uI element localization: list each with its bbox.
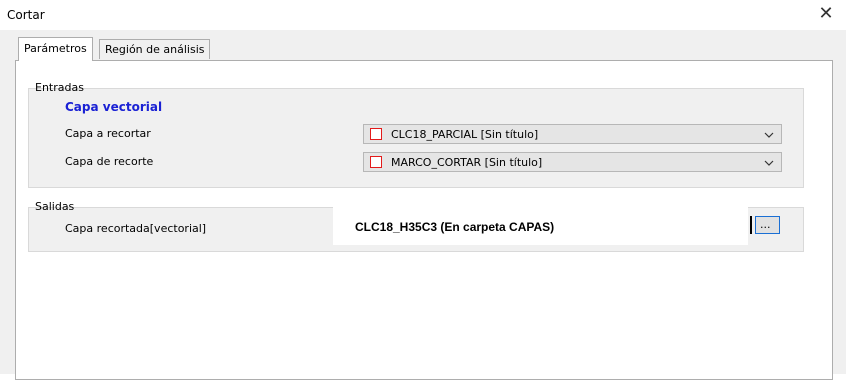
output-file-value: CLC18_H35C3 (En carpeta CAPAS) [355,220,555,234]
close-icon[interactable]: ✕ [816,4,836,24]
capa-de-recorte-select[interactable]: MARCO_CORTAR [Sin título] [363,152,782,172]
chevron-down-icon [764,132,774,138]
output-field-edge [750,216,752,234]
capa-a-recortar-select[interactable]: CLC18_PARCIAL [Sin título] [363,124,782,144]
layer-icon [370,156,382,168]
browse-button[interactable]: ... [755,216,780,234]
capa-de-recorte-label: Capa de recorte [65,155,154,168]
tab-parametros[interactable]: Parámetros [18,37,93,61]
inputs-group-label: Entradas [35,81,84,94]
window-title: Cortar [7,8,45,22]
capa-de-recorte-value: MARCO_CORTAR [Sin título] [391,156,543,169]
tab-region-analisis[interactable]: Región de análisis [99,39,211,59]
capa-a-recortar-label: Capa a recortar [65,127,151,140]
capa-a-recortar-value: CLC18_PARCIAL [Sin título] [391,128,539,141]
capa-recortada-label: Capa recortada[vectorial] [65,222,207,235]
outputs-group-label: Salidas [35,200,75,213]
title-bar: Cortar ✕ [0,0,846,30]
section-title-capa-vectorial: Capa vectorial [65,100,163,114]
browse-button-label: ... [760,218,771,231]
dialog-body: Parámetros Región de análisis [0,30,846,380]
chevron-down-icon [764,160,774,166]
layer-icon [370,128,382,140]
